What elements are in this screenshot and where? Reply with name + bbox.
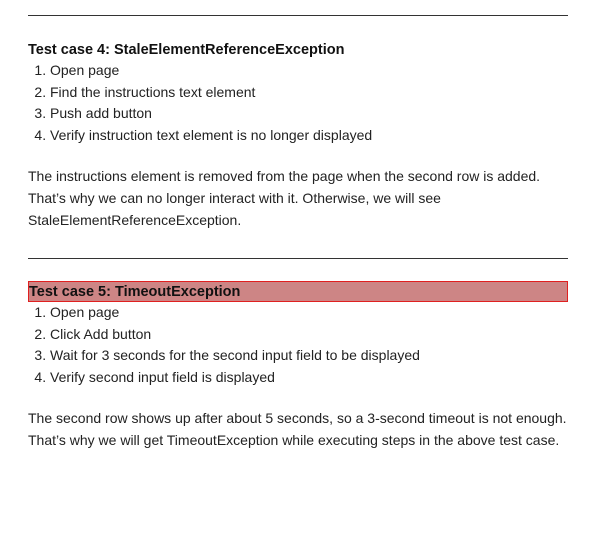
section-divider [28, 258, 568, 259]
test-case-5-steps: Open page Click Add button Wait for 3 se… [28, 302, 568, 388]
list-item: Find the instructions text element [50, 82, 568, 104]
section-divider [28, 15, 568, 16]
test-case-5-heading: Test case 5: TimeoutException [29, 284, 241, 300]
list-item: Open page [50, 302, 568, 324]
list-item: Verify second input field is displayed [50, 367, 568, 389]
test-case-4-steps: Open page Find the instructions text ele… [28, 60, 568, 146]
test-case-4-explanation: The instructions element is removed from… [28, 168, 541, 228]
highlighted-heading-box: Test case 5: TimeoutException [28, 281, 568, 302]
article-content: Test case 4: StaleElementReferenceExcept… [28, 0, 568, 451]
list-item: Verify instruction text element is no lo… [50, 125, 568, 147]
list-item: Click Add button [50, 324, 568, 346]
list-item: Open page [50, 60, 568, 82]
test-case-5-explanation: The second row shows up after about 5 se… [28, 410, 567, 448]
test-case-4-heading: Test case 4: StaleElementReferenceExcept… [28, 42, 345, 58]
list-item: Push add button [50, 103, 568, 125]
list-item: Wait for 3 seconds for the second input … [50, 345, 568, 367]
